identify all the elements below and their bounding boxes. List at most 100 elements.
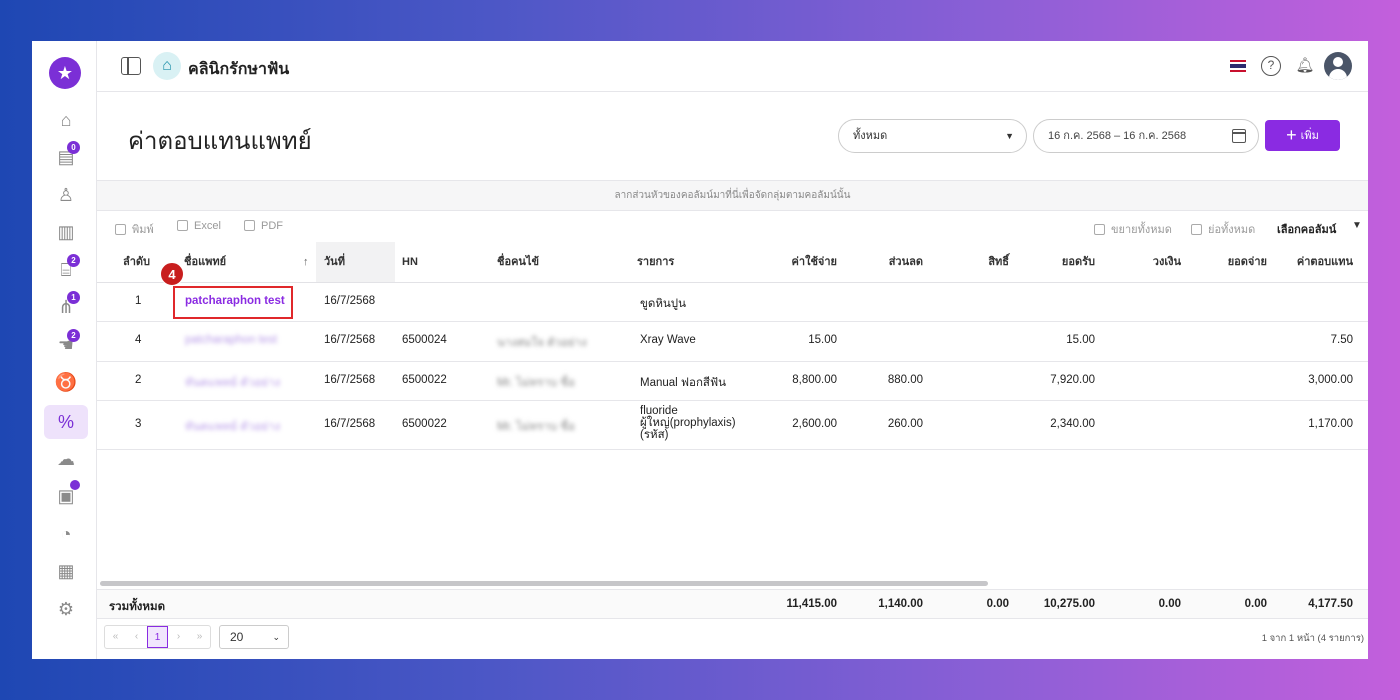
pager: « ‹ 1 › » <box>104 625 211 649</box>
clinic-logo: ⌂ <box>153 52 181 80</box>
excel-icon <box>177 220 188 231</box>
col-received[interactable]: ยอดรับ <box>1035 242 1095 282</box>
hand-money-badge: 2 <box>67 329 80 342</box>
doctor-filter-select[interactable]: ทั้งหมด ▼ <box>838 119 1027 153</box>
table-row[interactable]: 1 patcharaphon test 4 16/7/2568 ขูดหินปู… <box>97 262 1368 322</box>
print-label: พิมพ์ <box>132 224 154 236</box>
cloud-icon[interactable]: ☁ <box>44 442 88 476</box>
totals-row: รวมทั้งหมด 11,415.00 1,140.00 0.00 10,27… <box>97 589 1368 619</box>
hand-money-icon[interactable]: ☚ 2 <box>44 328 88 362</box>
col-date[interactable]: วันที่ <box>324 242 345 282</box>
horizontal-scrollbar[interactable] <box>100 581 988 586</box>
pdf-button[interactable]: PDF <box>244 220 283 232</box>
avatar[interactable] <box>1324 52 1352 80</box>
box-icon[interactable]: ▣ <box>44 479 88 513</box>
choose-columns-button[interactable]: เลือกคอลัมน์ <box>1277 220 1336 238</box>
total-rights: 0.00 <box>986 598 1009 610</box>
excel-button[interactable]: Excel <box>177 220 221 232</box>
bed-badge: 2 <box>67 254 80 267</box>
col-hn[interactable]: HN <box>402 242 418 282</box>
cell-cost: 15.00 <box>808 334 837 346</box>
cell-received: 2,340.00 <box>1050 418 1095 430</box>
last-page-button[interactable]: » <box>189 626 210 648</box>
cell-hn: 6500022 <box>402 418 447 430</box>
report-icon[interactable]: ▦ <box>44 554 88 588</box>
total-fee: 4,177.50 <box>1308 598 1353 610</box>
tools-badge: 1 <box>67 291 80 304</box>
expand-all-label: ขยายทั้งหมด <box>1111 224 1172 236</box>
bell-icon[interactable]: 🔔︎ <box>1295 56 1315 76</box>
doctor-link[interactable]: patcharaphon test <box>185 334 277 346</box>
col-doctor[interactable]: ชื่อแพทย์ <box>184 242 226 282</box>
next-page-button[interactable]: › <box>168 626 189 648</box>
tools-icon[interactable]: ⋔ 1 <box>44 290 88 324</box>
percent-icon[interactable]: % <box>44 405 88 439</box>
cell-patient: Mr. ไม่ทราบ ชื่อ <box>497 421 575 433</box>
app-logo[interactable]: ★ <box>49 57 81 89</box>
clinic-name[interactable]: คลินิกรักษาฟัน <box>188 57 289 82</box>
item-line-3: (รหัส) <box>640 429 669 441</box>
total-received: 10,275.00 <box>1043 598 1095 610</box>
gauge-icon[interactable]: ◔ <box>44 517 88 551</box>
cell-patient: นางสมใจ ตัวอย่าง <box>497 337 587 349</box>
group-panel[interactable]: ลากส่วนหัวของคอลัมน์มาที่นี่เพื่อจัดกลุ่… <box>97 180 1368 211</box>
group-hint: ลากส่วนหัวของคอลัมน์มาที่นี่เพื่อจัดกลุ่… <box>614 190 851 201</box>
col-paid[interactable]: ยอดจ่าย <box>1207 242 1267 282</box>
excel-label: Excel <box>194 220 221 232</box>
col-deposit[interactable]: วงเงิน <box>1121 242 1181 282</box>
col-discount[interactable]: ส่วนลด <box>863 242 923 282</box>
collapse-all-label: ย่อทั้งหมด <box>1208 224 1256 236</box>
date-range-picker[interactable]: 16 ก.ค. 2568 – 16 ก.ค. 2568 <box>1033 119 1259 153</box>
cell-received: 15.00 <box>1066 334 1095 346</box>
home-icon[interactable]: ⌂ <box>44 103 88 137</box>
caret-down-icon[interactable]: ▼ <box>1352 220 1362 231</box>
page-size-select[interactable]: 20 ⌄ <box>219 625 289 649</box>
page-button-current[interactable]: 1 <box>147 626 168 648</box>
help-icon[interactable]: ? <box>1261 56 1281 76</box>
cell-item: Manual ฟอกสีฟัน <box>640 377 726 389</box>
col-fee[interactable]: ค่าตอบแทน <box>1283 242 1353 282</box>
expand-icon <box>1094 224 1105 235</box>
print-button[interactable]: พิมพ์ <box>115 220 154 238</box>
total-discount: 1,140.00 <box>878 598 923 610</box>
thai-flag-icon[interactable] <box>1230 60 1246 72</box>
settings-icon[interactable]: ⚙ <box>44 592 88 626</box>
sort-asc-icon[interactable]: ↑ <box>303 242 309 282</box>
cell-item: Xray Wave <box>640 334 696 346</box>
collapse-all-button[interactable]: ย่อทั้งหมด <box>1191 220 1255 238</box>
cell-patient: Mr. ไม่ทราบ ชื่อ <box>497 377 575 389</box>
first-page-button[interactable]: « <box>105 626 126 648</box>
doctor-link[interactable]: ทันตแพทย์ ตัวอย่าง <box>185 374 280 392</box>
bed-icon[interactable]: ⌸ 2 <box>44 253 88 287</box>
cell-item: ขูดหินปูน <box>640 298 686 310</box>
toggle-sidebar-icon[interactable] <box>121 57 141 75</box>
expand-all-button[interactable]: ขยายทั้งหมด <box>1094 220 1172 238</box>
cell-fee: 7.50 <box>1330 334 1353 346</box>
col-cost[interactable]: ค่าใช้จ่าย <box>777 242 837 282</box>
doctor-link[interactable]: ทันตแพทย์ ตัวอย่าง <box>185 418 280 436</box>
calendar-picker-icon[interactable] <box>1232 129 1246 143</box>
col-rights[interactable]: สิทธิ์ <box>949 242 1009 282</box>
board-icon[interactable]: ▥ <box>44 215 88 249</box>
calendar-icon[interactable]: ▤ 0 <box>44 140 88 174</box>
table-row[interactable]: 4 patcharaphon test 16/7/2568 6500024 นา… <box>97 322 1368 362</box>
col-order[interactable]: ลำดับ <box>123 242 150 282</box>
col-patient[interactable]: ชื่อคนไข้ <box>497 242 539 282</box>
cell-order: 4 <box>135 334 142 346</box>
tooth-icon[interactable]: ♉ <box>44 365 88 399</box>
cell-order: 2 <box>135 374 142 386</box>
top-bar: ⌂ คลินิกรักษาฟัน ? 🔔︎ <box>97 41 1368 92</box>
sidebar: ★ ⌂ ▤ 0 ♙ ▥ ⌸ 2 ⋔ 1 ☚ 2 ♉ % ☁ ▣ ◔ ▦ ⚙ <box>32 41 97 659</box>
page-title: ค่าตอบแทนแพทย์ <box>128 128 312 155</box>
table-row[interactable]: 3 ทันตแพทย์ ตัวอย่าง 16/7/2568 6500022 M… <box>97 401 1368 450</box>
table-row[interactable]: 2 ทันตแพทย์ ตัวอย่าง 16/7/2568 6500022 M… <box>97 362 1368 401</box>
prev-page-button[interactable]: ‹ <box>126 626 147 648</box>
user-icon[interactable]: ♙ <box>44 178 88 212</box>
col-item[interactable]: รายการ <box>637 242 674 282</box>
add-button[interactable]: + เพิ่ม <box>1265 120 1340 151</box>
box-badge <box>70 480 80 490</box>
collapse-icon <box>1191 224 1202 235</box>
cell-fee: 3,000.00 <box>1308 374 1353 386</box>
calendar-badge: 0 <box>67 141 80 154</box>
total-paid: 0.00 <box>1244 598 1267 610</box>
